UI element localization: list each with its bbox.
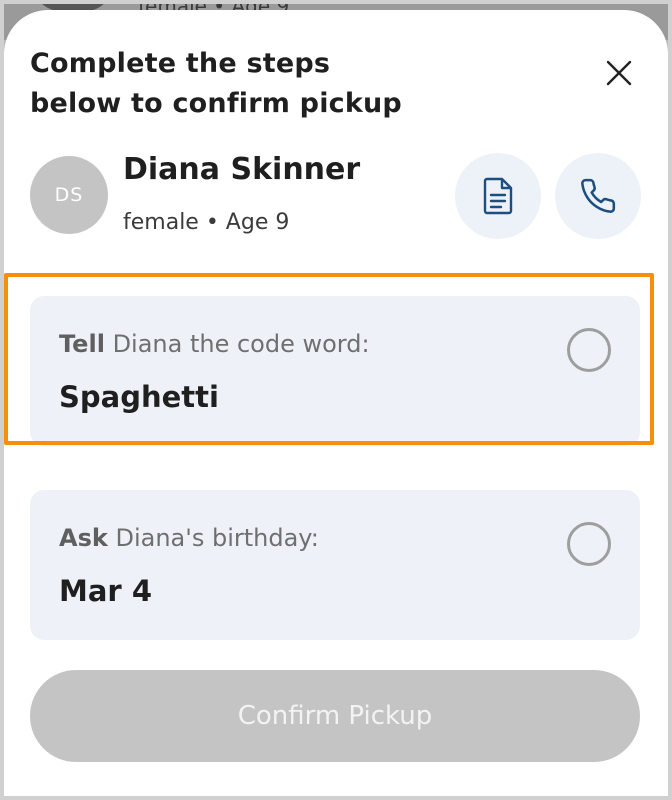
step-prompt-text: Diana's birthday:	[115, 524, 319, 552]
step-card-birthday[interactable]: Ask Diana's birthday: Mar 4	[30, 490, 640, 640]
confirm-pickup-button[interactable]: Confirm Pickup	[30, 670, 640, 762]
step-checkbox[interactable]	[567, 522, 611, 566]
child-name: Diana Skinner	[123, 152, 361, 187]
child-details: female • Age 9	[123, 210, 290, 235]
close-button[interactable]	[602, 56, 636, 90]
step-prompt: Ask Diana's birthday:	[59, 524, 319, 552]
highlight-outline	[4, 273, 654, 445]
phone-icon	[581, 178, 616, 213]
call-button[interactable]	[555, 153, 641, 239]
close-x-icon	[606, 60, 632, 86]
document-icon	[483, 177, 513, 215]
child-avatar: DS	[30, 156, 108, 234]
step-verb: Ask	[59, 524, 108, 552]
step-answer: Mar 4	[59, 574, 153, 608]
avatar-initials: DS	[54, 184, 84, 206]
document-button[interactable]	[455, 153, 541, 239]
sheet-title: Complete the steps below to confirm pick…	[30, 48, 402, 119]
